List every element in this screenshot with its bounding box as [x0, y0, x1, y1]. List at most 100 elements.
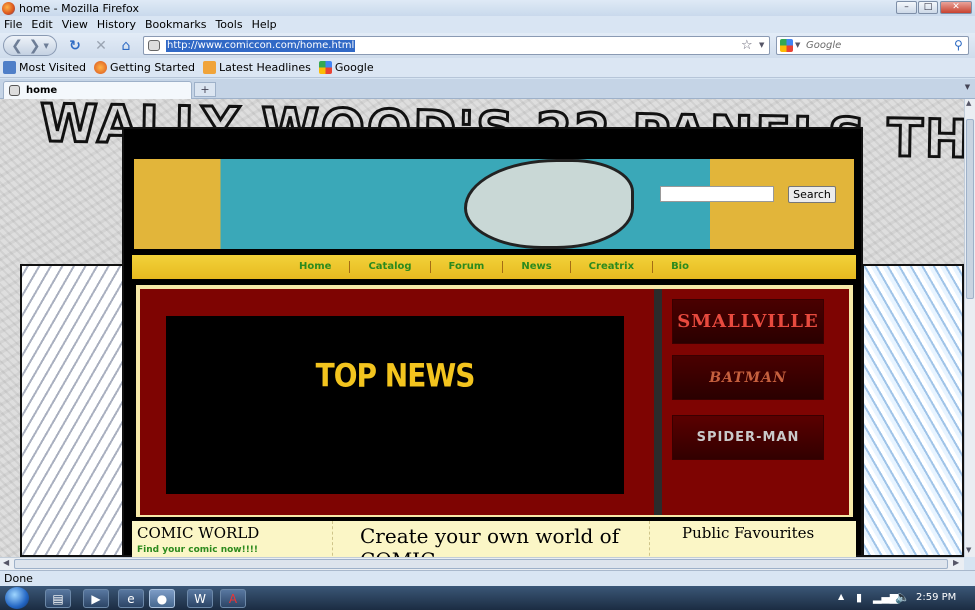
- promo-spider-man[interactable]: SPIDER-MAN: [672, 415, 824, 460]
- tab-bar: home + ▼: [0, 79, 975, 99]
- rss-feed-icon: [203, 61, 216, 74]
- menu-file[interactable]: File: [4, 18, 22, 31]
- show-hidden-icons-icon[interactable]: ▲: [838, 592, 844, 601]
- comic-world-column: COMIC WORLD Find your comic now!!!!: [137, 521, 333, 557]
- vertical-scrollbar[interactable]: ▲ ▼: [964, 99, 975, 557]
- site-banner: Search: [134, 159, 854, 249]
- scroll-left-icon[interactable]: ◀: [3, 558, 9, 567]
- bookmark-google[interactable]: Google: [318, 61, 374, 74]
- maximize-button[interactable]: □: [918, 1, 938, 14]
- menu-bookmarks[interactable]: Bookmarks: [145, 18, 206, 31]
- promo-smallville[interactable]: SMALLVILLE: [672, 299, 824, 344]
- engine-dropdown-icon[interactable]: ▼: [795, 41, 800, 49]
- history-dropdown-icon[interactable]: ▼: [44, 42, 49, 50]
- bookmark-label: Getting Started: [109, 61, 195, 74]
- nav-forum[interactable]: Forum: [431, 261, 504, 273]
- minimize-button[interactable]: –: [896, 1, 917, 14]
- top-news-section: TOP NEWS: [140, 289, 654, 515]
- acrobat-icon[interactable]: A: [220, 589, 246, 608]
- main-content-box: TOP NEWS SMALLVILLE BATMAN SPIDER-MAN: [136, 285, 853, 517]
- firefox-icon: [93, 61, 107, 74]
- status-bar: Done: [0, 570, 975, 586]
- bookmarks-toolbar: Most Visited Getting Started Latest Head…: [0, 58, 975, 78]
- scroll-up-icon[interactable]: ▲: [966, 99, 971, 107]
- media-player-icon[interactable]: ▶: [83, 589, 109, 608]
- reload-icon[interactable]: ↻: [66, 36, 84, 55]
- banner-comic-figure: [464, 159, 634, 249]
- nav-news[interactable]: News: [503, 261, 571, 273]
- page-favicon-icon: [9, 85, 20, 96]
- search-bar[interactable]: ▼ Google ⚲: [776, 36, 969, 55]
- promo-batman[interactable]: BATMAN: [672, 355, 824, 400]
- url-text[interactable]: http://www.comiccon.com/home.html: [166, 40, 356, 52]
- start-button[interactable]: [5, 587, 29, 609]
- home-icon[interactable]: ⌂: [117, 36, 135, 55]
- bookmark-label: Most Visited: [19, 61, 86, 74]
- google-icon: [318, 61, 332, 74]
- create-world-heading: Create your own world of COMIC: [360, 524, 620, 557]
- tab-list-dropdown-icon[interactable]: ▼: [962, 83, 973, 95]
- close-button[interactable]: ✕: [940, 1, 972, 14]
- page-viewport[interactable]: WALLY WOOD'S 22 PANELS THAT ALWAYS Searc…: [0, 99, 964, 557]
- bookmark-most-visited[interactable]: Most Visited: [3, 61, 86, 74]
- public-favourites-title: Public Favourites: [682, 524, 815, 542]
- url-dropdown-icon[interactable]: ▼: [759, 41, 764, 49]
- clock[interactable]: 2:59 PM: [916, 592, 956, 603]
- top-news-heading: TOP NEWS: [315, 356, 476, 395]
- new-tab-button[interactable]: +: [194, 82, 216, 97]
- windows-taskbar: ▤ ▶ e ● W A ▲ ▮ ▂▄▆ 🔈 2:59 PM: [0, 586, 975, 610]
- search-placeholder: Google: [806, 40, 842, 51]
- back-arrow-icon[interactable]: ❮: [11, 38, 23, 54]
- horizontal-scrollbar[interactable]: ◀ ▶: [0, 557, 964, 570]
- bookmark-getting-started[interactable]: Getting Started: [93, 61, 195, 74]
- menu-view[interactable]: View: [62, 18, 88, 31]
- tab-home[interactable]: home: [3, 81, 192, 99]
- bookmark-star-icon[interactable]: ☆: [741, 38, 753, 53]
- site-container: Search Home Catalog Forum News Creatrix …: [122, 127, 863, 557]
- window-title: home - Mozilla Firefox: [19, 1, 139, 15]
- tab-label: home: [26, 85, 58, 96]
- vertical-scroll-thumb[interactable]: [966, 119, 974, 299]
- horizontal-scroll-thumb[interactable]: [14, 559, 948, 569]
- bookmark-label: Google: [334, 61, 374, 74]
- battery-icon[interactable]: ▮: [856, 591, 862, 604]
- bottom-row: COMIC WORLD Find your comic now!!!! Crea…: [132, 521, 856, 557]
- menu-help[interactable]: Help: [252, 18, 277, 31]
- stop-icon[interactable]: ✕: [92, 36, 110, 55]
- nav-bio[interactable]: Bio: [653, 261, 707, 273]
- explorer-icon[interactable]: ▤: [45, 589, 71, 608]
- navigation-toolbar: ❮ ❯ ▼ ↻ ✕ ⌂ http://www.comiccon.com/home…: [0, 33, 975, 58]
- firefox-taskbar-icon[interactable]: ●: [149, 589, 175, 608]
- nav-catalog[interactable]: Catalog: [350, 261, 431, 273]
- nav-home[interactable]: Home: [281, 261, 351, 273]
- promo-sidebar: SMALLVILLE BATMAN SPIDER-MAN: [662, 289, 849, 515]
- scroll-down-icon[interactable]: ▼: [966, 546, 971, 554]
- content-divider: [654, 289, 662, 515]
- find-comic-link[interactable]: Find your comic now!!!!: [137, 545, 332, 555]
- menu-edit[interactable]: Edit: [31, 18, 52, 31]
- bookmark-latest-headlines[interactable]: Latest Headlines: [203, 61, 311, 74]
- comic-world-title: COMIC WORLD: [137, 524, 260, 542]
- site-identity-icon[interactable]: [148, 40, 160, 51]
- public-favourites-column: Public Favourites: [682, 521, 852, 557]
- comic-panel-left: [20, 264, 132, 557]
- nav-creatrix[interactable]: Creatrix: [571, 261, 654, 273]
- bookmark-label: Latest Headlines: [219, 61, 311, 74]
- site-search-button[interactable]: Search: [788, 186, 836, 203]
- top-news-panel[interactable]: TOP NEWS: [166, 316, 624, 494]
- volume-icon[interactable]: 🔈: [895, 590, 910, 604]
- firefox-icon: [2, 1, 15, 15]
- menu-tools[interactable]: Tools: [215, 18, 242, 31]
- scroll-right-icon[interactable]: ▶: [953, 558, 959, 567]
- back-forward-buttons[interactable]: ❮ ❯ ▼: [3, 35, 57, 56]
- google-engine-icon[interactable]: [780, 39, 793, 52]
- url-bar[interactable]: http://www.comiccon.com/home.html ☆ ▼: [143, 36, 770, 55]
- internet-explorer-icon[interactable]: e: [118, 589, 144, 608]
- site-search-input[interactable]: [660, 186, 774, 202]
- most-visited-icon: [3, 61, 16, 74]
- forward-arrow-icon[interactable]: ❯: [29, 38, 41, 54]
- word-icon[interactable]: W: [187, 589, 213, 608]
- search-icon[interactable]: ⚲: [954, 38, 963, 52]
- site-nav: Home Catalog Forum News Creatrix Bio: [132, 255, 856, 279]
- menu-history[interactable]: History: [97, 18, 136, 31]
